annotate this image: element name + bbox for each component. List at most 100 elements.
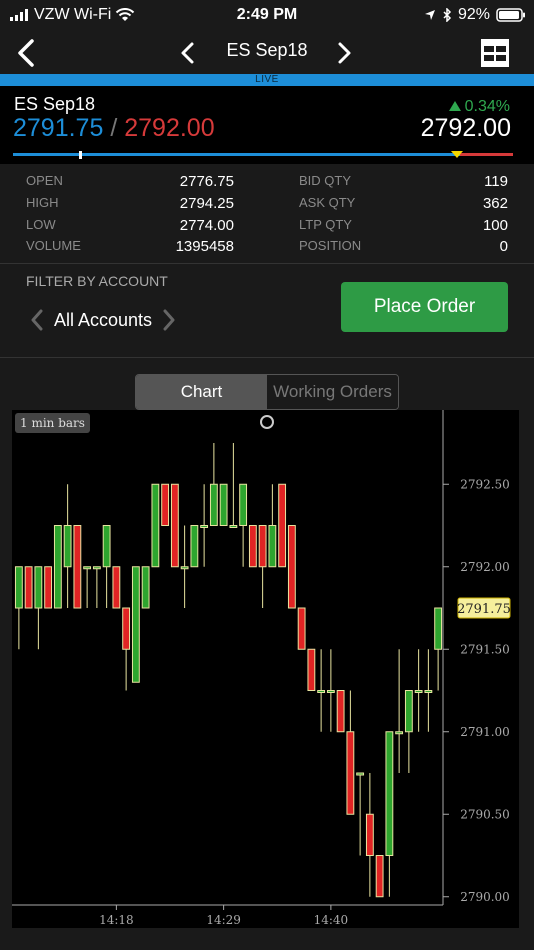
volume-value: 1395458 <box>175 238 234 255</box>
bid-ask: 2791.75 / 2792.00 <box>13 114 215 143</box>
nav-title: ES Sep18 <box>226 40 308 60</box>
candle-body <box>278 483 287 568</box>
y-tick-label: 2791.00 <box>460 725 510 739</box>
prev-contract-icon[interactable] <box>178 41 198 65</box>
bid-qty-value: 119 <box>484 173 508 190</box>
ltp-qty-value: 100 <box>482 217 508 234</box>
nav-bar: ES Sep18 <box>0 32 534 74</box>
battery-icon <box>496 8 525 22</box>
ladder-icon[interactable] <box>480 38 510 68</box>
candle-body <box>219 483 228 526</box>
stats-panel: OPEN 2776.75 BID QTY 119 HIGH 2794.25 AS… <box>0 165 534 263</box>
next-contract-icon[interactable] <box>334 41 354 65</box>
live-indicator: LIVE <box>0 74 534 86</box>
candle-body <box>375 855 384 898</box>
up-arrow-icon <box>448 101 461 111</box>
candle-body <box>44 566 53 609</box>
battery-percent: 92% <box>457 6 490 23</box>
candle-body <box>83 566 92 570</box>
y-tick-label: 2790.50 <box>460 807 510 821</box>
status-right: 92% <box>424 6 526 24</box>
volume-label: VOLUME <box>26 238 81 253</box>
candle-body <box>209 483 218 526</box>
candle-body <box>336 690 345 733</box>
candle-body <box>24 566 33 609</box>
candle-body <box>122 607 131 650</box>
y-tick-label: 2790.00 <box>460 890 510 904</box>
last-price-label: 2791.75 <box>457 602 511 617</box>
candle-body <box>248 525 257 568</box>
candle-body <box>73 525 82 609</box>
price-chart[interactable]: 2792.50 2792.00 2791.50 2791.00 2790.50 2790.… <box>12 410 519 928</box>
divider <box>0 263 534 264</box>
candle-body <box>131 566 140 683</box>
tab-working-orders[interactable]: Working Orders <box>267 375 398 409</box>
candle-body <box>317 690 326 693</box>
account-selector[interactable]: All Accounts <box>30 306 176 334</box>
bid-qty-label: BID QTY <box>299 173 352 188</box>
candle-body <box>151 483 160 568</box>
candle-body <box>307 648 316 691</box>
candle-body <box>395 731 404 735</box>
range-open-marker <box>79 151 82 159</box>
candle-body <box>14 566 23 609</box>
divider <box>0 357 534 358</box>
candle-body <box>53 525 62 609</box>
high-label: HIGH <box>26 195 59 210</box>
candle-body <box>200 525 209 528</box>
y-tick-label: 2792.50 <box>460 477 510 491</box>
change-value: 0.34% <box>464 98 510 115</box>
bar-period-label[interactable]: 1 min bars <box>15 413 90 433</box>
open-label: OPEN <box>26 173 63 188</box>
ltp-qty-label: LTP QTY <box>299 217 352 232</box>
tab-chart[interactable]: Chart <box>136 375 267 409</box>
account-next-icon[interactable] <box>162 309 176 331</box>
quote-panel: ES Sep18 2791.75 / 2792.00 0.34% 2792.00 <box>0 86 534 164</box>
candle-body <box>229 525 238 528</box>
y-tick-label: 2792.00 <box>460 560 510 574</box>
candle-body <box>170 483 179 568</box>
candle-body <box>424 690 433 693</box>
status-bar: VZW Wi-Fi 2:49 PM 92% <box>0 0 534 30</box>
crosshair-icon <box>260 415 274 429</box>
candle-body <box>414 690 423 693</box>
stat-row: OPEN 2776.75 BID QTY 119 <box>0 173 534 195</box>
position-value: 0 <box>499 238 508 255</box>
candle-body <box>63 525 72 568</box>
candle-body <box>356 772 365 776</box>
candle-body <box>141 566 150 609</box>
chart-canvas: 2792.50 2792.00 2791.50 2791.00 2790.50 2790.… <box>12 410 511 927</box>
x-tick-label: 14:18 <box>99 913 134 927</box>
filter-label: FILTER BY ACCOUNT <box>26 273 168 289</box>
y-tick-label: 2791.50 <box>460 642 510 656</box>
low-label: LOW <box>26 217 56 232</box>
candle-body <box>239 483 248 526</box>
ask-price: 2792.00 <box>124 114 215 142</box>
bid-price: 2791.75 <box>13 114 104 142</box>
high-value: 2794.25 <box>179 195 234 212</box>
bid-ask-separator: / <box>110 114 118 142</box>
stat-row: HIGH 2794.25 ASK QTY 362 <box>0 195 534 217</box>
ask-qty-value: 362 <box>482 195 508 212</box>
open-value: 2776.75 <box>179 173 234 190</box>
candle-body <box>102 525 111 568</box>
candle-body <box>268 525 277 568</box>
low-value: 2774.00 <box>179 217 234 234</box>
candle-body <box>34 566 43 609</box>
ask-qty-label: ASK QTY <box>299 195 356 210</box>
location-icon <box>424 10 435 20</box>
candle-body <box>112 566 121 609</box>
candle-body <box>161 483 170 526</box>
candle-body <box>385 731 394 856</box>
candle-body <box>365 813 374 856</box>
account-prev-icon[interactable] <box>30 309 44 331</box>
candle-body <box>404 690 413 733</box>
candle-body <box>190 525 199 568</box>
candle-body <box>287 525 296 609</box>
position-label: POSITION <box>299 238 362 253</box>
place-order-button[interactable]: Place Order <box>341 282 508 332</box>
stat-row: VOLUME 1395458 POSITION 0 <box>0 238 534 260</box>
range-last-marker <box>451 151 463 158</box>
x-tick-label: 14:29 <box>206 913 241 927</box>
bluetooth-icon <box>443 8 452 22</box>
